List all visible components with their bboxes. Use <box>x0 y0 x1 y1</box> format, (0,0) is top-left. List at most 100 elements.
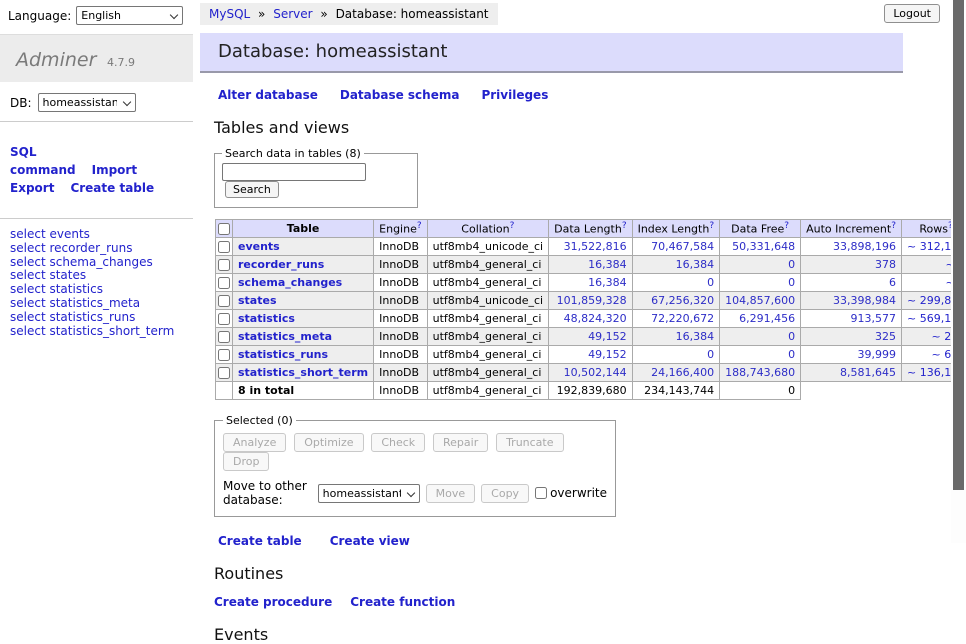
index-length-cell: 70,467,584 <box>632 238 720 256</box>
data-length-cell: 31,522,816 <box>549 238 632 256</box>
db-select[interactable]: homeassistant <box>38 93 136 112</box>
sidebar-item-select-statistics-runs[interactable]: select statistics_runs <box>10 311 183 325</box>
privileges-link[interactable]: Privileges <box>481 88 548 102</box>
row-checkbox[interactable] <box>218 331 230 343</box>
table-link[interactable]: recorder_runs <box>238 258 324 271</box>
data-free-cell: 0 <box>720 274 801 292</box>
move-database-select[interactable]: homeassistant <box>318 484 420 503</box>
table-link[interactable]: statistics_runs <box>238 348 328 361</box>
search-fieldset: Search data in tables (8) Search <box>214 147 418 208</box>
column-header-table: Table <box>233 220 374 238</box>
events-heading: Events <box>214 625 903 644</box>
help-icon[interactable]: ? <box>784 221 789 231</box>
auto-increment-cell: 378 <box>801 256 902 274</box>
table-row: events InnoDB utf8mb4_unicode_ci 31,522,… <box>216 238 966 256</box>
database-schema-link[interactable]: Database schema <box>340 88 460 102</box>
data-free-cell: 50,331,648 <box>720 238 801 256</box>
collation-cell: utf8mb4_general_ci <box>427 364 548 382</box>
create-function-link[interactable]: Create function <box>350 595 455 609</box>
repair-button[interactable]: Repair <box>433 433 488 452</box>
scrollbar[interactable] <box>951 0 966 543</box>
engine-cell: InnoDB <box>374 274 427 292</box>
select-all-checkbox[interactable] <box>218 223 230 235</box>
sidebar-item-select-statistics-short-term[interactable]: select statistics_short_term <box>10 325 183 339</box>
sidebar-item-select-states[interactable]: select states <box>10 269 183 283</box>
data-free-cell: 104,857,600 <box>720 292 801 310</box>
table-link[interactable]: events <box>238 240 280 253</box>
row-checkbox[interactable] <box>218 295 230 307</box>
table-link[interactable]: statistics_short_term <box>238 366 368 379</box>
row-checkbox[interactable] <box>218 277 230 289</box>
create-view-link[interactable]: Create view <box>330 534 410 548</box>
page-title: Database: homeassistant <box>200 33 903 73</box>
row-checkbox[interactable] <box>218 259 230 271</box>
help-icon[interactable]: ? <box>510 221 515 231</box>
app-name: Adminer <box>16 49 96 71</box>
engine-cell: InnoDB <box>374 346 427 364</box>
move-button[interactable]: Move <box>426 484 476 503</box>
engine-cell: InnoDB <box>374 256 427 274</box>
help-icon[interactable]: ? <box>891 221 896 231</box>
import-link[interactable]: Import <box>92 163 137 177</box>
create-procedure-link[interactable]: Create procedure <box>214 595 332 609</box>
collation-cell: utf8mb4_unicode_ci <box>427 292 548 310</box>
tables-and-views-heading: Tables and views <box>214 118 903 137</box>
table-total-row: 8 in total InnoDB utf8mb4_general_ci 192… <box>216 382 966 400</box>
collation-cell: utf8mb4_unicode_ci <box>427 238 548 256</box>
engine-cell: InnoDB <box>374 238 427 256</box>
breadcrumb-server-link[interactable]: Server <box>273 7 312 21</box>
row-checkbox[interactable] <box>218 313 230 325</box>
analyze-button[interactable]: Analyze <box>223 433 286 452</box>
engine-cell: InnoDB <box>374 310 427 328</box>
sidebar: Language: English Adminer 4.7.9 DB: home… <box>0 0 193 347</box>
copy-button[interactable]: Copy <box>481 484 529 503</box>
table-link[interactable]: statistics <box>238 312 295 325</box>
language-select[interactable]: English <box>76 6 183 25</box>
breadcrumb-mysql-link[interactable]: MySQL <box>209 7 250 21</box>
sidebar-menu-links: SQL command Import Export Create table <box>0 134 193 206</box>
column-header-auto-increment: Auto Increment? <box>801 220 902 238</box>
sidebar-table-links: select events select recorder_runs selec… <box>0 219 193 347</box>
help-icon[interactable]: ? <box>622 221 627 231</box>
sidebar-item-select-statistics-meta[interactable]: select statistics_meta <box>10 297 183 311</box>
drop-button[interactable]: Drop <box>223 452 269 471</box>
sidebar-item-select-recorder-runs[interactable]: select recorder_runs <box>10 242 183 256</box>
table-link[interactable]: statistics_meta <box>238 330 332 343</box>
table-row: states InnoDB utf8mb4_unicode_ci 101,859… <box>216 292 966 310</box>
db-action-links: Alter database Database schema Privileges <box>218 88 903 102</box>
data-length-cell: 101,859,328 <box>549 292 632 310</box>
sql-command-link[interactable]: SQL command <box>10 145 76 177</box>
sidebar-item-select-events[interactable]: select events <box>10 228 183 242</box>
sidebar-divider <box>0 121 193 122</box>
index-length-cell: 72,220,672 <box>632 310 720 328</box>
sidebar-item-select-schema-changes[interactable]: select schema_changes <box>10 256 183 270</box>
data-free-cell: 0 <box>720 328 801 346</box>
search-button[interactable]: Search <box>225 181 279 198</box>
table-row: statistics_short_term InnoDB utf8mb4_gen… <box>216 364 966 382</box>
help-icon[interactable]: ? <box>417 221 422 231</box>
help-icon[interactable]: ? <box>709 221 714 231</box>
sidebar-item-select-statistics[interactable]: select statistics <box>10 283 183 297</box>
truncate-button[interactable]: Truncate <box>496 433 563 452</box>
optimize-button[interactable]: Optimize <box>294 433 363 452</box>
engine-cell: InnoDB <box>374 364 427 382</box>
table-link[interactable]: schema_changes <box>238 276 342 289</box>
breadcrumb: MySQL » Server » Database: homeassistant <box>200 3 498 25</box>
table-link[interactable]: states <box>238 294 277 307</box>
check-button[interactable]: Check <box>371 433 425 452</box>
scrollbar-thumb[interactable] <box>953 0 964 490</box>
overwrite-checkbox[interactable] <box>535 487 547 499</box>
row-checkbox[interactable] <box>218 367 230 379</box>
auto-increment-cell: 8,581,645 <box>801 364 902 382</box>
create-table-link-sidebar[interactable]: Create table <box>70 181 154 195</box>
create-table-link[interactable]: Create table <box>218 534 302 548</box>
search-input[interactable] <box>222 163 366 181</box>
row-checkbox[interactable] <box>218 241 230 253</box>
row-checkbox[interactable] <box>218 349 230 361</box>
alter-database-link[interactable]: Alter database <box>218 88 318 102</box>
data-free-cell: 0 <box>720 256 801 274</box>
total-engine: InnoDB <box>374 382 427 400</box>
logout-button[interactable]: Logout <box>884 4 940 23</box>
export-link[interactable]: Export <box>10 181 54 195</box>
move-to-database-label: Move to other database: <box>223 479 312 507</box>
